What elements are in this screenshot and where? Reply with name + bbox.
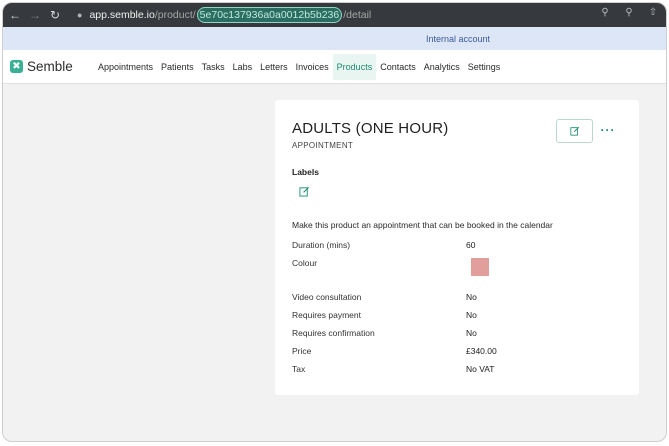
semble-logo-icon: ✖	[10, 60, 23, 73]
nav-item-tasks[interactable]: Tasks	[198, 54, 229, 80]
field-label-payment: Requires payment	[292, 310, 361, 320]
field-label-video: Video consultation	[292, 292, 362, 302]
browser-toolbar: ← → ↻ ● app.semble.io /product/ 5e70c137…	[3, 3, 666, 27]
url-domain: app.semble.io	[89, 9, 155, 21]
field-label-price: Price	[292, 346, 312, 356]
url-path-prefix: /product/	[154, 9, 196, 21]
address-bar[interactable]: ● app.semble.io /product/ 5e70c137936a0a…	[77, 7, 371, 23]
reload-icon[interactable]: ↻	[45, 5, 65, 25]
field-value-duration: 60	[466, 240, 476, 250]
edit-icon	[569, 126, 579, 136]
internal-account-text: Internal account	[425, 33, 490, 44]
main-nav: Appointments Patients Tasks Labs Letters Invo…	[94, 50, 504, 83]
nav-item-invoices[interactable]: Invoices	[292, 54, 333, 80]
field-value-price: £340.00	[466, 346, 497, 356]
app-header: ✖ Semble Appointments Patients Tasks Labs Le…	[3, 50, 666, 84]
more-options-icon[interactable]: ···	[598, 123, 618, 137]
internal-account-banner: Internal account	[3, 27, 666, 50]
field-label-confirmation: Requires confirmation	[292, 328, 375, 338]
field-value-video: No	[466, 292, 477, 302]
arrow-right-icon[interactable]: →	[25, 5, 45, 25]
nav-item-letters[interactable]: Letters	[256, 54, 292, 80]
product-card: ADULTS (ONE HOUR) APPOINTMENT ··· Labels…	[275, 100, 639, 395]
product-title: ADULTS (ONE HOUR)	[292, 120, 449, 137]
browser-window: ← → ↻ ● app.semble.io /product/ 5e70c137…	[2, 2, 667, 442]
nav-item-patients[interactable]: Patients	[157, 54, 198, 80]
nav-item-products[interactable]: Products	[332, 53, 377, 80]
url-highlight: 5e70c137936a0a0012b5b236	[196, 7, 343, 23]
appointment-description: Make this product an appointment that ca…	[292, 220, 553, 230]
lock-icon: ●	[77, 10, 83, 20]
nav-item-contacts[interactable]: Contacts	[376, 54, 420, 80]
nav-item-labs[interactable]: Labs	[229, 54, 257, 80]
field-label-colour: Colour	[292, 258, 318, 268]
key-icon[interactable]: ⚲	[598, 7, 612, 18]
nav-item-appointments[interactable]: Appointments	[94, 54, 157, 80]
semble-logo[interactable]: ✖ Semble	[10, 59, 90, 74]
labels-heading: Labels	[292, 167, 319, 177]
field-label-duration: Duration (mins)	[292, 240, 351, 250]
field-value-tax: No VAT	[466, 364, 495, 374]
logo-text: Semble	[27, 59, 73, 74]
edit-labels-icon[interactable]	[299, 186, 310, 197]
product-type: APPOINTMENT	[292, 141, 354, 150]
nav-item-analytics[interactable]: Analytics	[420, 54, 464, 80]
url-path-suffix: /detail	[343, 9, 372, 21]
share-icon[interactable]: ⇧	[646, 7, 660, 18]
zoom-icon[interactable]: ⚲	[622, 7, 636, 18]
nav-item-settings[interactable]: Settings	[464, 54, 505, 80]
field-value-payment: No	[466, 310, 477, 320]
arrow-left-icon[interactable]: ←	[5, 5, 25, 25]
colour-swatch	[471, 258, 489, 276]
field-value-confirmation: No	[466, 328, 477, 338]
field-label-tax: Tax	[292, 364, 306, 374]
edit-product-button[interactable]	[556, 119, 593, 143]
